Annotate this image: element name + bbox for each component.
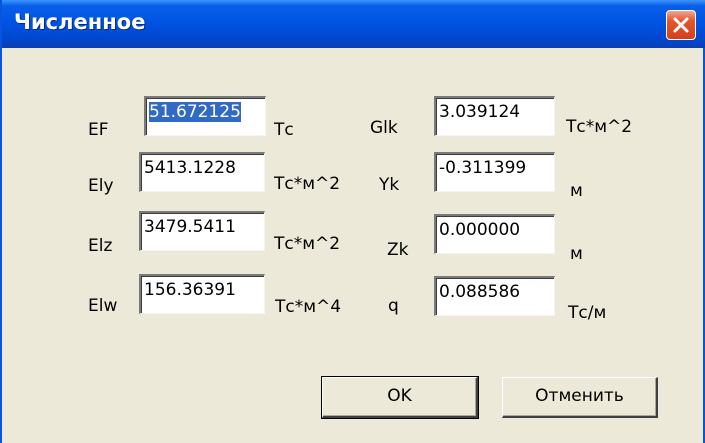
- close-icon: [673, 17, 689, 33]
- elw-unit: Тс*м^4: [275, 297, 342, 317]
- ef-input[interactable]: 51.672125: [144, 96, 266, 136]
- elz-value: 3479.5411: [144, 217, 236, 237]
- glk-unit: Тс*м^2: [566, 117, 633, 137]
- q-input[interactable]: 0.088586: [434, 276, 555, 316]
- ely-input[interactable]: 5413.1228: [139, 152, 265, 192]
- close-button[interactable]: [666, 10, 696, 40]
- q-unit: Тс/м: [568, 303, 607, 323]
- numeric-dialog: Численное EF 51.672125 Тс Ely 5413.1228 …: [0, 0, 705, 443]
- yk-value: -0.311399: [439, 158, 527, 178]
- ef-unit: Тс: [274, 120, 294, 140]
- ely-unit: Тс*м^2: [274, 174, 341, 194]
- ef-label: EF: [88, 120, 109, 140]
- window-title: Численное: [14, 10, 146, 34]
- glk-input[interactable]: 3.039124: [434, 96, 555, 136]
- zk-input[interactable]: 0.000000: [434, 214, 555, 254]
- ely-label: Ely: [88, 176, 114, 196]
- ely-value: 5413.1228: [144, 158, 236, 178]
- yk-label: Yk: [379, 175, 400, 195]
- yk-unit: м: [570, 181, 583, 201]
- glk-label: Glk: [370, 118, 398, 138]
- zk-unit: м: [570, 244, 583, 264]
- q-value: 0.088586: [439, 282, 521, 302]
- elw-label: Elw: [88, 296, 118, 316]
- elz-unit: Тс*м^2: [274, 234, 341, 254]
- elw-value: 156.36391: [144, 280, 236, 300]
- elz-input[interactable]: 3479.5411: [139, 211, 265, 251]
- yk-input[interactable]: -0.311399: [434, 152, 555, 192]
- elz-label: Elz: [88, 236, 113, 256]
- zk-value: 0.000000: [439, 220, 521, 240]
- q-label: q: [388, 296, 399, 316]
- zk-label: Zk: [387, 240, 409, 260]
- ef-value: 51.672125: [149, 102, 241, 122]
- cancel-button[interactable]: Отменить: [502, 377, 658, 418]
- ok-button[interactable]: OK: [321, 376, 479, 419]
- title-bar[interactable]: Численное: [2, 0, 705, 48]
- glk-value: 3.039124: [439, 102, 521, 122]
- elw-input[interactable]: 156.36391: [139, 274, 265, 314]
